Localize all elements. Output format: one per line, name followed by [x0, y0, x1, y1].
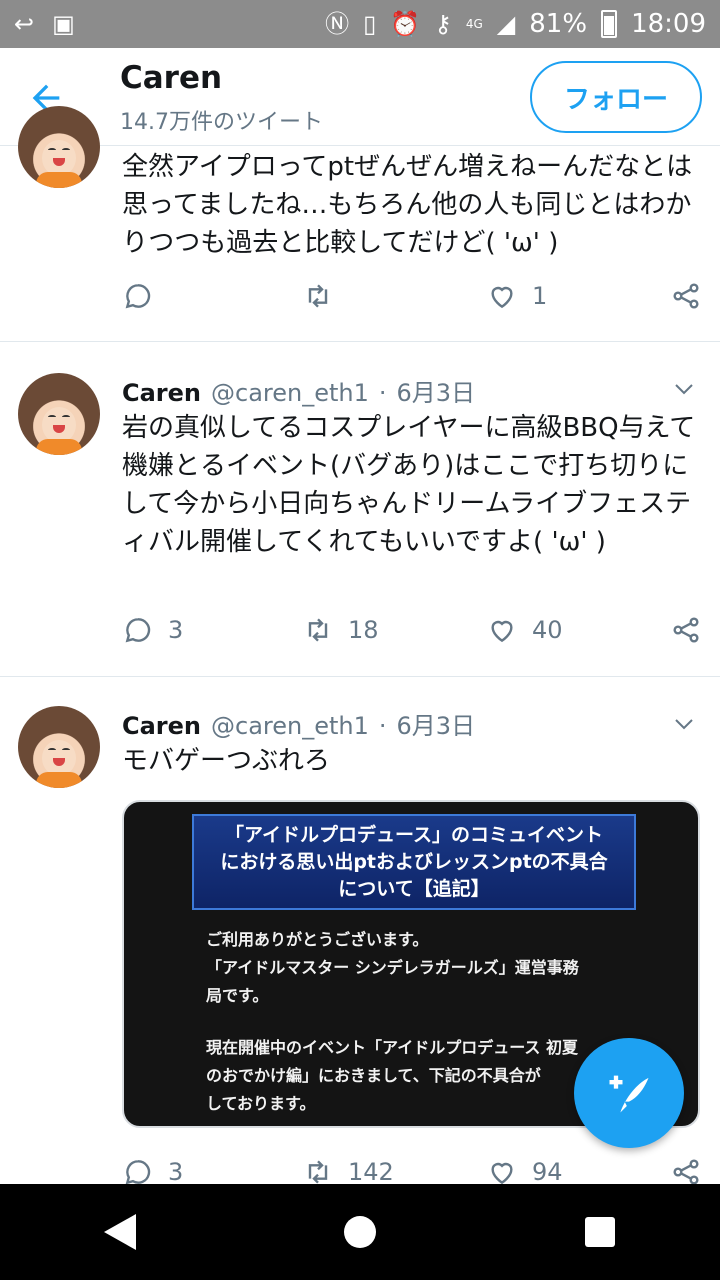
- tweet-date: 6月3日: [396, 379, 476, 407]
- battery-icon: [601, 10, 618, 38]
- tweet-actions: 1: [122, 276, 702, 316]
- like-count: 40: [532, 616, 563, 644]
- notice-body-line: 「アイドルマスター シンデレラガールズ」運営事務: [206, 958, 579, 977]
- key-icon: ⚷: [434, 10, 452, 38]
- retweet-icon: [308, 284, 328, 308]
- tweet-text: 全然アイプロってptぜんぜん増えねーんだなとは思ってましたね…もちろん他の人も同…: [122, 152, 693, 258]
- author-handle: @caren_eth1: [211, 379, 369, 407]
- author-handle: @caren_eth1: [211, 712, 369, 740]
- compose-tweet-button[interactable]: [574, 1038, 684, 1148]
- notice-body: ご利用ありがとうございます。 「アイドルマスター シンデレラガールズ」運営事務 …: [206, 926, 606, 1118]
- like-button[interactable]: 1: [486, 280, 668, 312]
- tweet-item[interactable]: Caren @caren_eth1 · 6月3日 岩の真似してるコスプレイヤーに…: [0, 343, 720, 677]
- reply-count: 3: [168, 616, 184, 644]
- status-bar: ↩ ▣ Ⓝ ▯ ⏰ ⚷ 4G ◢ 81% 18:09: [0, 0, 720, 48]
- notice-body-line: ご利用ありがとうございます。: [206, 930, 429, 949]
- chevron-down-icon[interactable]: [672, 712, 696, 736]
- notice-body-line: 局です。: [206, 986, 269, 1005]
- notice-body-line: 現在開催中のイベント「アイドルプロデュース 初夏: [206, 1038, 578, 1057]
- notice-title-line: における思い出ptおよびレッスンptの不具合: [220, 851, 608, 873]
- nav-home-button[interactable]: [330, 1202, 390, 1262]
- meta-separator: ·: [378, 712, 387, 740]
- tweet-date: 6月3日: [396, 712, 476, 740]
- retweet-button[interactable]: 18: [302, 614, 486, 646]
- notice-body-line: のおでかけ編」におきまして、下記の不具合が: [206, 1066, 541, 1085]
- reply-button[interactable]: 3: [122, 614, 302, 646]
- share-button[interactable]: [670, 280, 702, 312]
- reply-count: 3: [168, 1158, 184, 1186]
- tweet-item[interactable]: 全然アイプロってptぜんぜん増えねーんだなとは思ってましたね…もちろん他の人も同…: [0, 106, 720, 342]
- profile-name: Caren: [120, 60, 223, 96]
- nav-recents-button[interactable]: [570, 1202, 630, 1262]
- avatar[interactable]: [18, 373, 100, 455]
- share-icon: [673, 617, 699, 643]
- nfc-icon: Ⓝ: [325, 10, 350, 38]
- tweet-text: モバゲーつぶれろ: [122, 746, 331, 776]
- signal-icon: ◢: [496, 10, 516, 38]
- square-recents-icon: [585, 1217, 615, 1247]
- author-name[interactable]: Caren: [122, 379, 201, 407]
- tweet-count: 14.7万件のツイート: [120, 110, 323, 135]
- circle-home-icon: [344, 1216, 376, 1248]
- like-button[interactable]: 40: [486, 614, 668, 646]
- nav-back-button[interactable]: [90, 1202, 150, 1262]
- notice-body-line: しております。: [206, 1094, 316, 1113]
- share-icon: [673, 283, 699, 309]
- share-button[interactable]: [670, 614, 702, 646]
- reply-icon: [125, 284, 151, 309]
- tweet-text: 岩の真似してるコスプレイヤーに高級BBQ与えて機嫌とるイベント(バグあり)はここ…: [122, 413, 696, 557]
- meta-separator: ·: [378, 379, 387, 407]
- notice-title-banner: 「アイドルプロデュース」のコミュイベント における思い出ptおよびレッスンptの…: [192, 814, 636, 910]
- system-navigation-bar: [0, 1184, 720, 1280]
- avatar[interactable]: [18, 706, 100, 788]
- retweet-icon: [308, 618, 328, 642]
- notice-title-line: について【追記】: [338, 878, 490, 900]
- clock: 18:09: [631, 9, 706, 39]
- retweet-count: 18: [348, 616, 379, 644]
- chevron-down-icon[interactable]: [672, 377, 696, 401]
- like-count: 1: [532, 282, 548, 310]
- follow-button[interactable]: フォロー: [530, 61, 702, 133]
- reply-arrow-notification-icon: ↩: [14, 10, 35, 38]
- retweet-button[interactable]: [302, 280, 486, 312]
- notice-title-line: 「アイドルプロデュース」のコミュイベント: [224, 824, 604, 846]
- triangle-back-icon: [104, 1214, 136, 1250]
- tweet-meta: Caren @caren_eth1 · 6月3日: [122, 373, 475, 408]
- avatar[interactable]: [18, 106, 100, 188]
- reply-icon: [125, 618, 151, 643]
- reply-button[interactable]: [122, 280, 302, 312]
- activity-notification-icon: ▣: [52, 10, 75, 38]
- compose-tweet-icon: [609, 1075, 649, 1113]
- retweet-count: 142: [348, 1158, 394, 1186]
- network-type: 4G: [465, 17, 483, 31]
- author-name[interactable]: Caren: [122, 712, 201, 740]
- heart-icon: [491, 286, 513, 309]
- heart-icon: [491, 620, 513, 643]
- battery-percent: 81%: [529, 9, 588, 39]
- profile-header: Caren 14.7万件のツイート フォロー: [0, 48, 720, 146]
- tweet-meta: Caren @caren_eth1 · 6月3日: [122, 706, 475, 741]
- tweet-actions: 3 18 40: [122, 610, 702, 650]
- vibrate-icon: ▯: [363, 10, 377, 38]
- like-count: 94: [532, 1158, 563, 1186]
- alarm-icon: ⏰: [390, 10, 421, 38]
